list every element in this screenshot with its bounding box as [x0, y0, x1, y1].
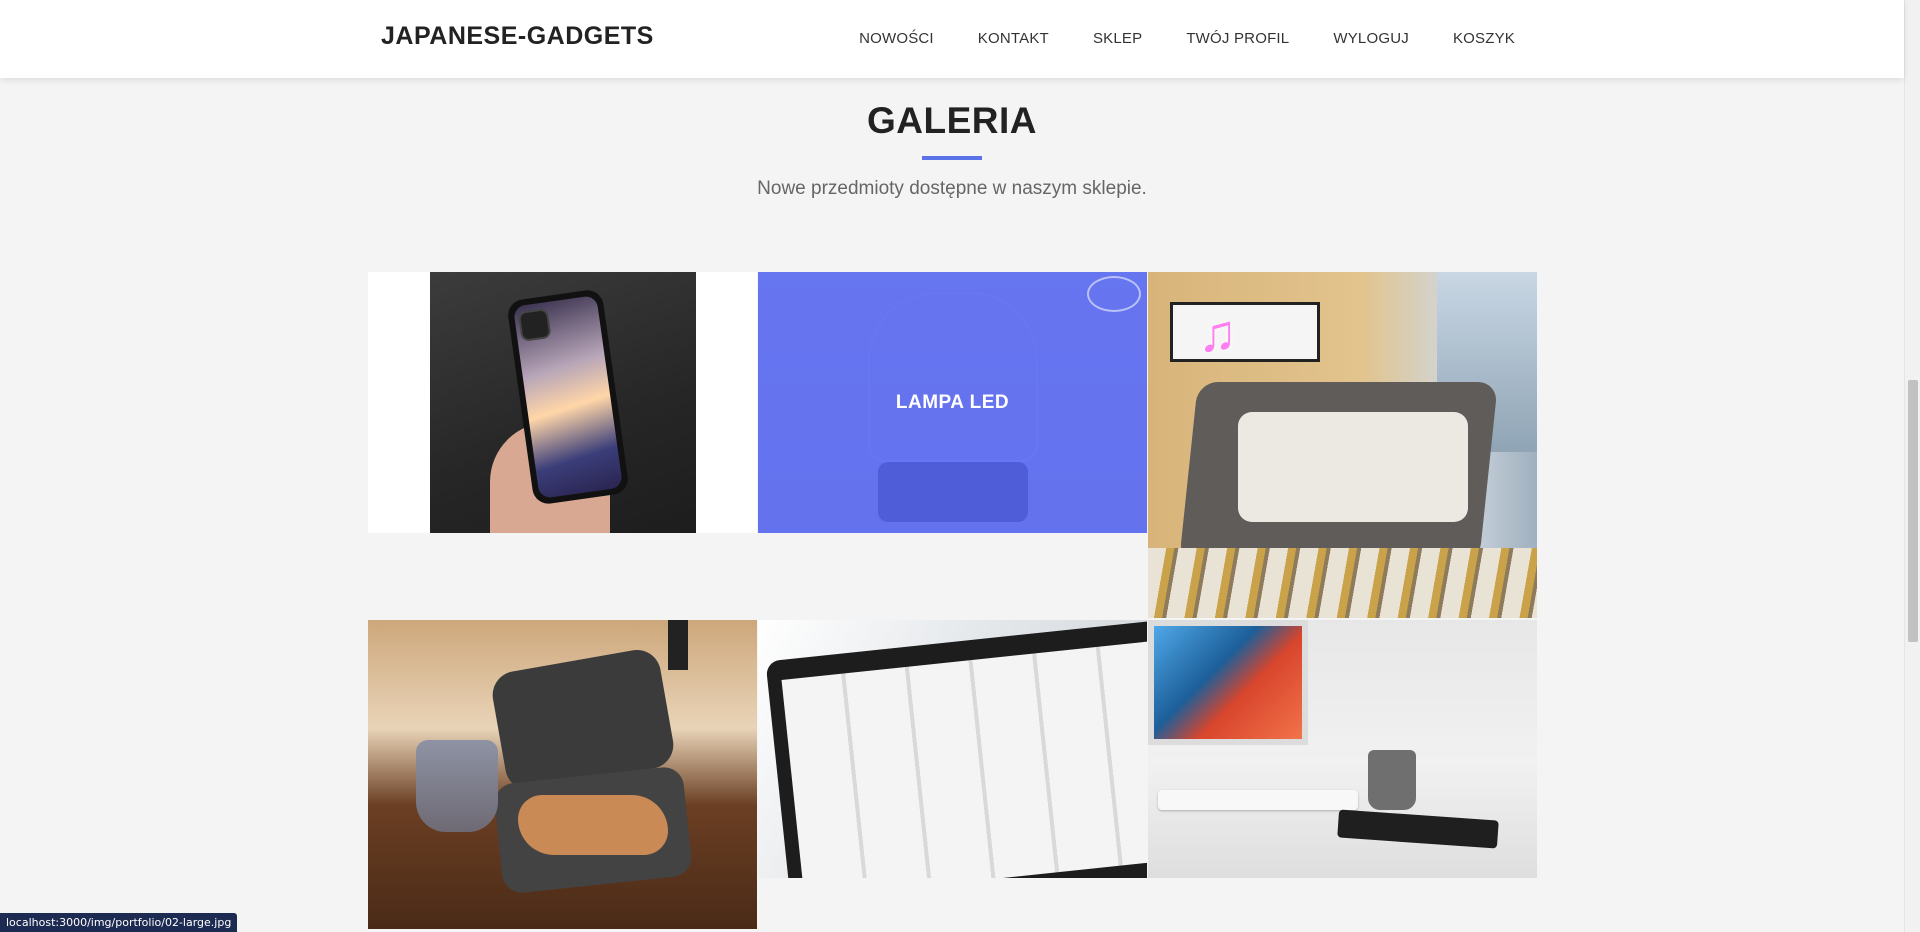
link-status-bar: localhost:3000/img/portfolio/02-large.jp…: [0, 913, 238, 932]
nav-item-nowosci[interactable]: NOWOŚCI: [859, 30, 934, 47]
nav-item-profil[interactable]: TWÓJ PROFIL: [1186, 30, 1289, 47]
main-nav: NOWOŚCI KONTAKT SKLEP TWÓJ PROFIL WYLOGU…: [815, 30, 1515, 47]
section-title: GALERIA: [867, 100, 1037, 141]
music-note-icon: ♫: [1198, 305, 1237, 363]
gallery-item-monitor[interactable]: [758, 620, 1147, 878]
overlay-caption: LAMPA LED: [895, 391, 1010, 413]
scrollbar-thumb[interactable]: [1908, 380, 1918, 642]
nav-item-koszyk[interactable]: KOSZYK: [1453, 30, 1515, 47]
nav-item-sklep[interactable]: SKLEP: [1093, 30, 1142, 47]
navbar: JAPANESE-GADGETS NOWOŚCI KONTAKT SKLEP T…: [0, 0, 1904, 78]
gallery-item-taiyaki-pan[interactable]: [368, 620, 757, 929]
section-subtitle: Nowe przedmioty dostępne w naszym sklepi…: [757, 178, 1147, 199]
brand-logo[interactable]: JAPANESE-GADGETS: [381, 22, 654, 51]
monitor-image: [765, 620, 1147, 878]
hover-overlay: LAMPA LED: [758, 272, 1147, 533]
gallery-item-led-lamp[interactable]: LAMPA LED: [758, 272, 1147, 533]
gallery-item-smart-bed[interactable]: ♫: [1148, 272, 1537, 618]
nav-item-wyloguj[interactable]: WYLOGUJ: [1333, 30, 1409, 47]
title-divider: [922, 156, 982, 160]
phone-case-image: [430, 272, 696, 533]
page-scrollbar[interactable]: [1904, 0, 1920, 932]
gallery-item-phone-case[interactable]: [368, 272, 757, 533]
nav-item-kontakt[interactable]: KONTAKT: [978, 30, 1049, 47]
tea-cup: [416, 740, 498, 832]
badge-icon: [1087, 276, 1141, 312]
desk-computer-image: [1148, 620, 1308, 745]
gallery-item-desk[interactable]: [1148, 620, 1537, 878]
